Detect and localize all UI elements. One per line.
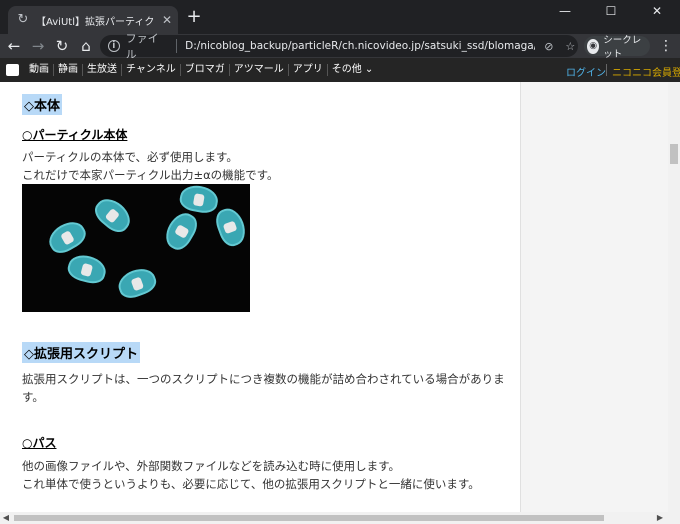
login-link[interactable]: ログイン <box>566 64 606 79</box>
loading-spinner-icon: ↻ <box>17 12 29 27</box>
incognito-badge[interactable]: ◉ シークレット <box>584 35 650 60</box>
particle-sprite <box>160 208 202 254</box>
maximize-icon[interactable]: ☐ <box>588 0 634 26</box>
scroll-right-arrow-icon[interactable]: ▶ <box>654 512 666 524</box>
article-content: ◇本体 ○パーティクル本体 パーティクルの本体で、必ず使用します。 これだけで本… <box>0 82 520 512</box>
back-arrow-icon[interactable]: ← <box>4 36 24 56</box>
paragraph-path-2: これ単体で使うというよりも、必要に応じて、他の拡張用スクリプトと一緒に使います。 <box>22 477 480 491</box>
browser-toolbar: ← → ↻ ⌂ i ファイル D:/nicoblog_backup/partic… <box>0 32 680 61</box>
vertical-scrollbar-thumb[interactable] <box>670 144 678 164</box>
right-sidebar <box>520 82 668 512</box>
section-heading-scripts: ◇拡張用スクリプト <box>22 342 140 363</box>
scroll-left-arrow-icon[interactable]: ◀ <box>0 512 12 524</box>
paragraph-particle-main-2: これだけで本家パーティクル出力±αの機能です。 <box>22 168 279 182</box>
minimize-icon[interactable]: — <box>542 0 588 26</box>
new-tab-button[interactable]: + <box>184 8 204 28</box>
subheading-particle-main: ○パーティクル本体 <box>22 128 128 142</box>
paragraph-path-1: 他の画像ファイルや、外部関数ファイルなどを読み込む時に使用します。 <box>22 459 401 473</box>
window-close-icon[interactable]: ✕ <box>634 0 680 26</box>
url-text[interactable]: D:/nicoblog_backup/particleR/ch.nicovide… <box>185 40 535 52</box>
tab-title: 【AviUtl】拡張パーティクル(R)の使い方 <box>36 16 154 28</box>
particle-sprite <box>178 184 220 216</box>
reload-icon[interactable]: ↻ <box>52 36 72 56</box>
site-link-apps[interactable]: アプリ <box>289 64 328 76</box>
kebab-menu-icon[interactable]: ⋮ <box>656 36 676 56</box>
site-link-video[interactable]: 動画 <box>25 64 54 76</box>
horizontal-scrollbar-thumb[interactable] <box>14 515 604 521</box>
paragraph-scripts: 拡張用スクリプトは、一つのスクリプトにつき複数の機能が詰め合わされている場合があ… <box>22 372 505 404</box>
site-link-channel[interactable]: チャンネル <box>122 64 181 76</box>
tracking-eye-off-icon[interactable]: ⊘ <box>541 40 556 53</box>
subheading-path: ○パス <box>22 436 57 450</box>
site-link-atsumaru[interactable]: アツマール <box>230 64 289 76</box>
site-nav-bar: 動画 静画 生放送 チャンネル ブロマガ アツマール アプリ その他 ⌄ ログイ… <box>0 58 680 82</box>
info-icon[interactable]: i <box>108 40 120 52</box>
register-link[interactable]: ニコニコ会員登録 <box>612 64 680 79</box>
incognito-icon: ◉ <box>587 38 600 54</box>
incognito-label: シークレット <box>603 35 642 60</box>
site-divider <box>606 64 607 76</box>
address-bar[interactable]: i ファイル D:/nicoblog_backup/particleR/ch.n… <box>100 32 578 61</box>
horizontal-scrollbar[interactable]: ◀ ▶ <box>0 512 680 524</box>
niconico-logo-icon[interactable] <box>6 64 19 76</box>
site-link-blomaga[interactable]: ブロマガ <box>181 64 230 76</box>
site-link-more[interactable]: その他 ⌄ <box>328 64 378 76</box>
home-icon[interactable]: ⌂ <box>76 36 96 56</box>
particle-sprite <box>44 216 90 258</box>
particle-sprite <box>114 264 160 302</box>
particle-sprite <box>90 192 136 238</box>
bookmark-star-icon[interactable]: ☆ <box>563 40 578 53</box>
site-link-live[interactable]: 生放送 <box>83 64 122 76</box>
tab-close-icon[interactable]: ✕ <box>160 13 174 27</box>
particle-sprite <box>65 251 109 287</box>
site-link-seiga[interactable]: 静画 <box>54 64 83 76</box>
vertical-scrollbar[interactable] <box>668 82 680 512</box>
url-divider <box>176 39 178 53</box>
section-heading-main: ◇本体 <box>22 94 62 115</box>
forward-arrow-icon[interactable]: → <box>28 36 48 56</box>
paragraph-particle-main-1: パーティクルの本体で、必ず使用します。 <box>22 150 238 164</box>
tab-strip: ↻ 【AviUtl】拡張パーティクル(R)の使い方 ✕ + — ☐ ✕ <box>0 0 680 34</box>
particle-preview-image <box>22 184 250 312</box>
particle-sprite <box>212 204 250 250</box>
